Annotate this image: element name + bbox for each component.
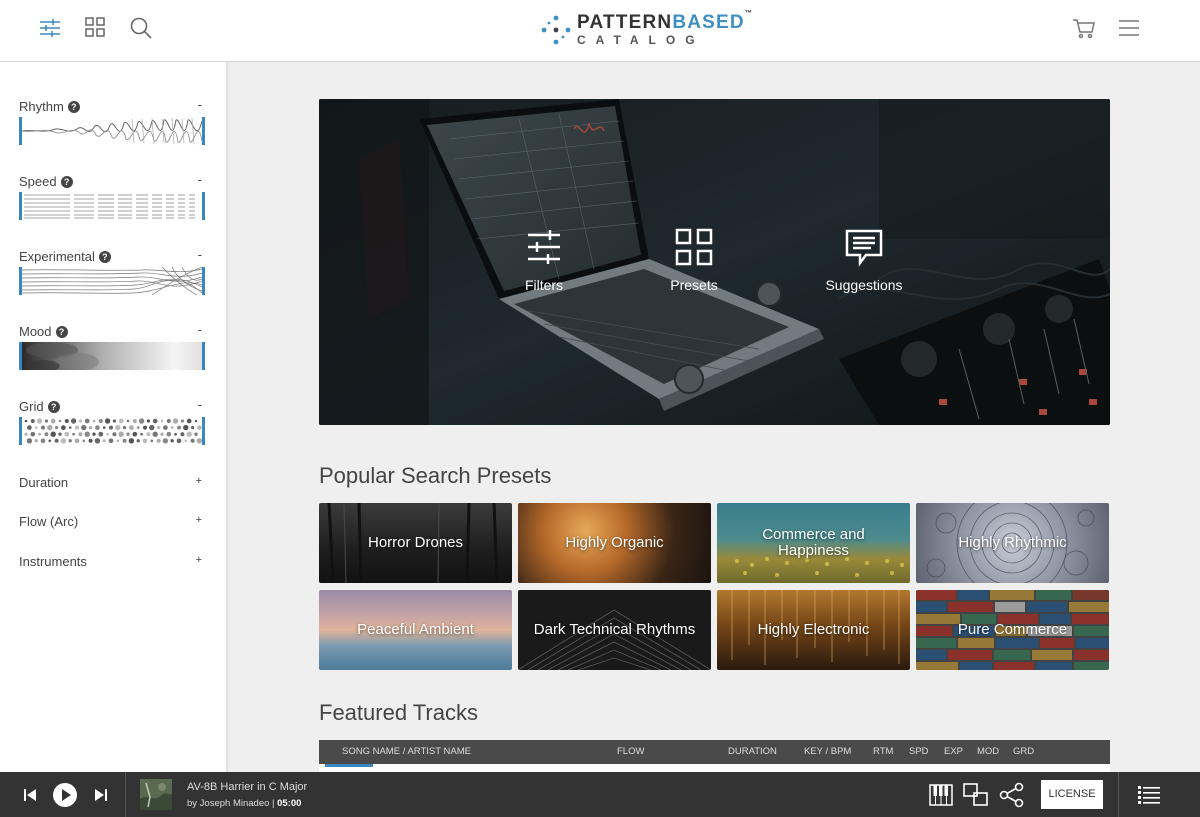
- hero-banner: Filters Presets Suggestions: [319, 99, 1110, 425]
- filter-label: Experimental?: [19, 249, 111, 264]
- audio-player-bar: AV-8B Harrier in C Major by Joseph Minad…: [0, 772, 1200, 817]
- filter-label: Speed?: [19, 174, 73, 189]
- hero-button-label: Presets: [670, 277, 718, 293]
- help-icon[interactable]: ?: [60, 176, 73, 188]
- column-header[interactable]: KEY / BPM: [804, 746, 851, 757]
- column-header[interactable]: DURATION: [728, 746, 777, 757]
- experimental-range-slider[interactable]: [19, 267, 205, 295]
- piano-keyboard-icon[interactable]: [929, 784, 953, 811]
- filter-label: Grid?: [19, 399, 60, 414]
- artist-name[interactable]: by Joseph Minadeo: [187, 798, 269, 809]
- album-art[interactable]: [140, 779, 172, 810]
- mood-range-slider[interactable]: [19, 342, 205, 370]
- filter-sidebar: Rhythm? - Speed? - Experimental ? - Mood…: [0, 62, 228, 772]
- filter-label: Mood?: [19, 324, 68, 339]
- hero-suggestions-button[interactable]: Suggestions: [809, 227, 919, 297]
- preset-tile[interactable]: Commerce and Happiness: [717, 503, 910, 583]
- help-icon[interactable]: ?: [98, 251, 111, 263]
- hero-button-label: Suggestions: [825, 277, 903, 293]
- preset-tile[interactable]: Peaceful Ambient: [319, 590, 512, 670]
- expand-toggle[interactable]: +: [196, 554, 202, 566]
- column-header[interactable]: RTM: [873, 746, 893, 757]
- track-artist: by Joseph Minadeo | 05:00: [187, 798, 301, 809]
- column-header[interactable]: SONG NAME / ARTIST NAME: [342, 746, 471, 757]
- license-button[interactable]: LICENSE: [1041, 780, 1103, 809]
- grid-icon: [675, 228, 713, 266]
- divider: [125, 772, 126, 817]
- filter-instruments[interactable]: Instruments +: [19, 554, 205, 569]
- preset-label: Dark Technical Rhythms: [533, 621, 696, 638]
- grid-range-slider[interactable]: [19, 417, 205, 445]
- track-duration: 05:00: [277, 798, 302, 809]
- collapse-toggle[interactable]: -: [198, 172, 202, 187]
- collapse-toggle[interactable]: -: [198, 97, 202, 112]
- column-header[interactable]: MOD: [977, 746, 999, 757]
- previous-track-icon[interactable]: [22, 787, 38, 808]
- similar-tracks-icon[interactable]: [963, 783, 989, 812]
- filter-flow-arc[interactable]: Flow (Arc) +: [19, 514, 205, 529]
- column-header[interactable]: SPD: [909, 746, 929, 757]
- divider: [1118, 772, 1119, 817]
- expand-toggle[interactable]: +: [196, 514, 202, 526]
- preset-tile[interactable]: Dark Technical Rhythms: [518, 590, 711, 670]
- preset-label: Horror Drones: [367, 534, 464, 551]
- main-content: Filters Presets Suggestions Popular Sear…: [230, 62, 1200, 772]
- preset-tile[interactable]: Pure Commerce: [916, 590, 1109, 670]
- preset-label: Highly Electronic: [757, 621, 870, 638]
- preset-tile[interactable]: Highly Electronic: [717, 590, 910, 670]
- share-icon[interactable]: [999, 782, 1025, 813]
- collapse-toggle[interactable]: -: [198, 247, 202, 262]
- logo-subtitle: CATALOG: [577, 33, 705, 47]
- tracks-table-header: SONG NAME / ARTIST NAME FLOW DURATION KE…: [319, 740, 1110, 764]
- hero-presets-button[interactable]: Presets: [639, 227, 749, 297]
- preset-tile[interactable]: Horror Drones: [319, 503, 512, 583]
- preset-tile[interactable]: Highly Rhythmic: [916, 503, 1109, 583]
- preset-label: Pure Commerce: [957, 621, 1068, 638]
- logo-dots-icon: [541, 15, 571, 45]
- preset-label: Highly Rhythmic: [958, 534, 1067, 551]
- hero-button-label: Filters: [524, 277, 564, 293]
- brand-logo[interactable]: PATTERNBASED™ CATALOG: [540, 10, 752, 48]
- filter-label: Instruments: [19, 554, 87, 569]
- playlist-icon[interactable]: [1137, 784, 1161, 811]
- help-icon[interactable]: ?: [67, 101, 80, 113]
- rhythm-range-slider[interactable]: [19, 117, 205, 145]
- expand-toggle[interactable]: +: [196, 475, 202, 487]
- preset-label: Peaceful Ambient: [357, 621, 474, 638]
- track-thumbnail: [325, 764, 373, 767]
- speed-range-slider[interactable]: [19, 192, 205, 220]
- help-icon[interactable]: ?: [55, 326, 68, 338]
- track-title[interactable]: AV-8B Harrier in C Major: [187, 781, 307, 793]
- column-header[interactable]: GRD: [1013, 746, 1034, 757]
- search-icon[interactable]: [129, 16, 155, 42]
- logo-wordmark: PATTERNBASED™: [577, 10, 754, 33]
- separator: |: [272, 798, 275, 809]
- next-track-icon[interactable]: [93, 787, 109, 808]
- filter-label: Duration: [19, 475, 69, 490]
- collapse-toggle[interactable]: -: [198, 322, 202, 337]
- preset-label: Highly Organic: [565, 534, 664, 551]
- grid-icon[interactable]: [84, 16, 110, 42]
- sliders-icon: [528, 230, 560, 264]
- featured-section-title: Featured Tracks: [319, 700, 478, 725]
- help-icon[interactable]: ?: [47, 401, 60, 413]
- column-header[interactable]: EXP: [944, 746, 963, 757]
- cart-icon[interactable]: [1072, 16, 1098, 42]
- preset-label: Commerce and Happiness: [762, 526, 865, 559]
- menu-icon[interactable]: [1118, 16, 1144, 42]
- column-header[interactable]: FLOW: [617, 746, 644, 757]
- filters-icon[interactable]: [38, 16, 64, 42]
- preset-tile[interactable]: Highly Organic: [518, 503, 711, 583]
- filter-label: Rhythm?: [19, 99, 80, 114]
- chat-icon: [845, 229, 883, 267]
- hero-filters-button[interactable]: Filters: [489, 227, 599, 297]
- top-header: PATTERNBASED™ CATALOG: [0, 0, 1200, 62]
- filter-duration[interactable]: Duration +: [19, 475, 205, 490]
- presets-section-title: Popular Search Presets: [319, 463, 552, 488]
- filter-label: Flow (Arc): [19, 514, 79, 529]
- play-button[interactable]: [52, 782, 78, 813]
- table-row[interactable]: [319, 764, 1110, 772]
- collapse-toggle[interactable]: -: [198, 397, 202, 412]
